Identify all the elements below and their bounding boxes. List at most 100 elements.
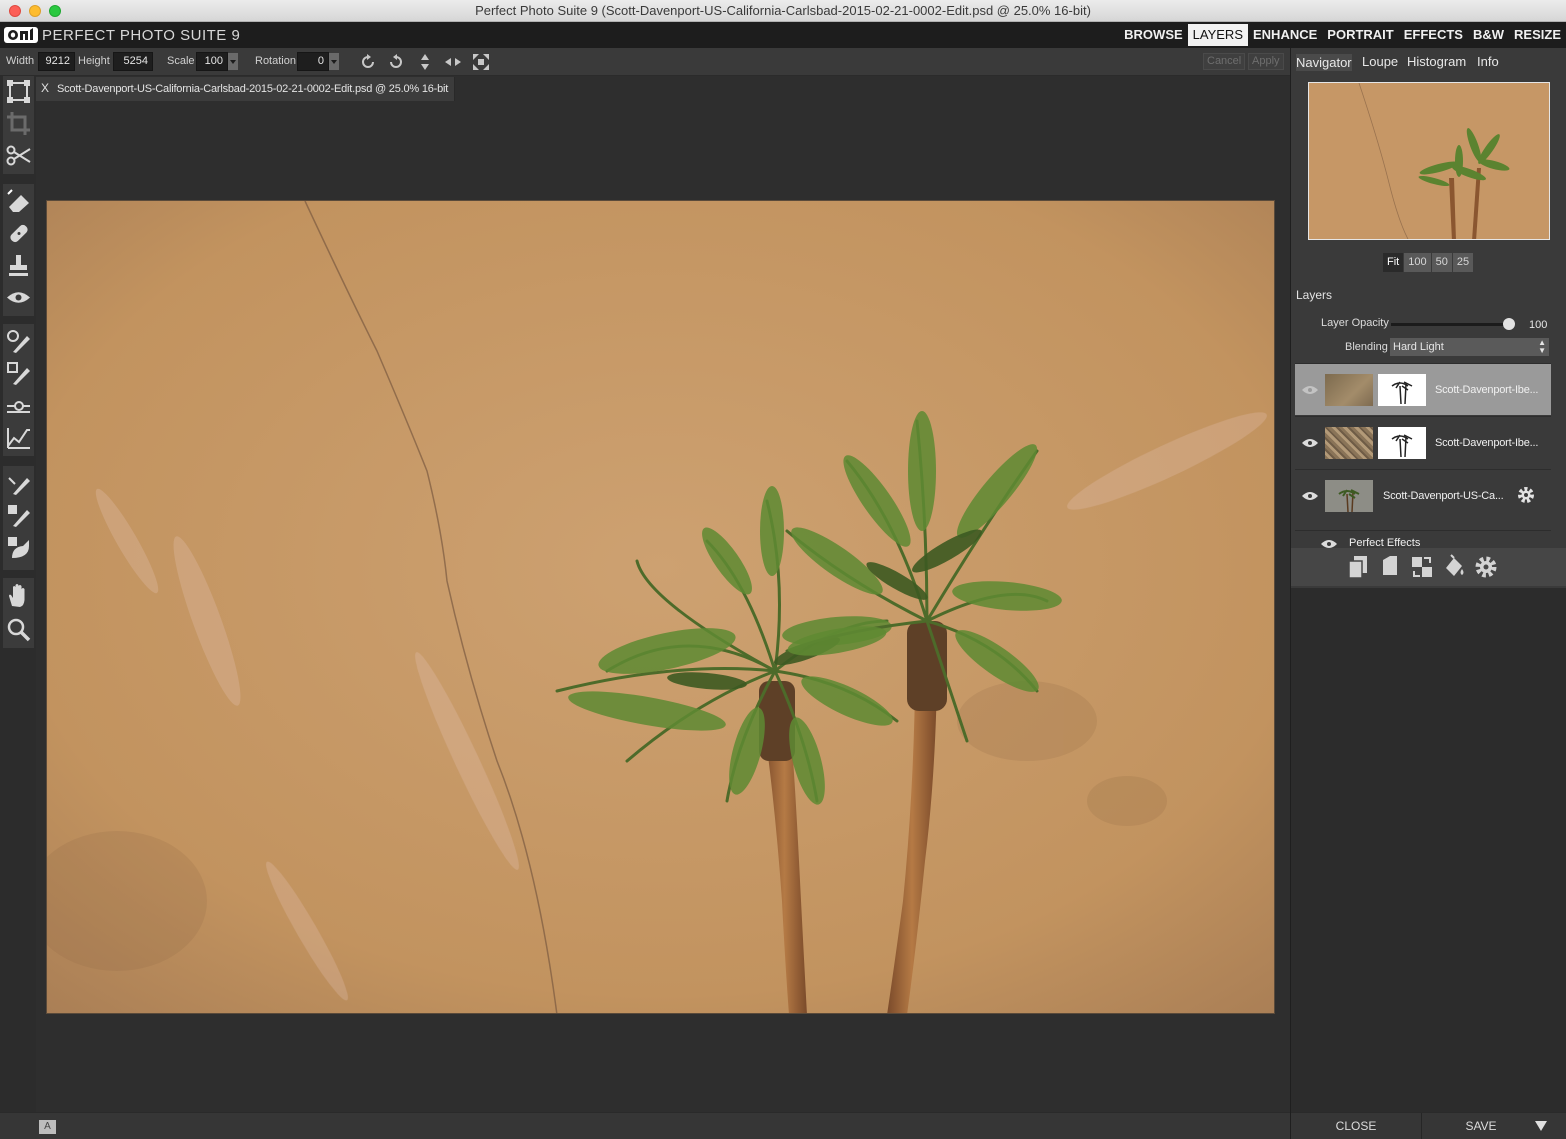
crop-tool[interactable] (5, 110, 32, 137)
tab-navigator[interactable]: Navigator (1296, 54, 1352, 71)
close-document-button[interactable]: X (41, 81, 49, 95)
visibility-eye-icon[interactable] (1301, 490, 1319, 502)
layer-mask-thumbnail[interactable] (1378, 427, 1426, 459)
flip-vertical-icon[interactable] (415, 52, 435, 72)
layer-thumbnail[interactable] (1325, 374, 1373, 406)
palm-trees-image (47, 201, 1274, 1013)
new-layer-icon[interactable] (1378, 554, 1402, 580)
zoom-100-button[interactable]: 100 (1404, 253, 1431, 272)
tools-panel (0, 76, 36, 1112)
palm-mask-icon (1391, 434, 1413, 458)
merge-layers-icon[interactable] (1410, 554, 1434, 580)
line-mask-icon (7, 401, 30, 413)
eye-icon (7, 292, 30, 303)
crop-icon (7, 112, 30, 135)
on1-logo (4, 27, 38, 43)
layer-name: Scott-Davenport-Ibe... (1435, 384, 1539, 396)
zoom-presets: Fit 100 50 25 (1383, 253, 1474, 272)
layer-opacity-slider[interactable] (1391, 323, 1509, 326)
layer-thumbnail[interactable] (1325, 480, 1373, 513)
masking-brush-icon (7, 330, 30, 353)
status-bar: A (0, 1112, 1290, 1139)
rotation-input[interactable]: 0 (297, 52, 329, 71)
layer-row[interactable]: Scott-Davenport-US-Ca... (1295, 469, 1551, 521)
layer-opacity-label: Layer Opacity (1321, 317, 1389, 329)
retouch-tool-group (3, 184, 34, 316)
document-tab[interactable]: X Scott-Davenport-US-California-Carlsbad… (36, 77, 455, 101)
tab-loupe[interactable]: Loupe (1362, 54, 1398, 69)
zoom-window-button[interactable] (49, 5, 61, 17)
zoom-tool[interactable] (5, 616, 32, 643)
scale-dropdown-button[interactable] (228, 53, 238, 70)
fill-bucket-icon[interactable] (1442, 554, 1466, 580)
layer-opacity-value[interactable]: 100 (1529, 319, 1547, 331)
layer-actions-bar (1291, 548, 1566, 586)
status-badge[interactable]: A (39, 1120, 56, 1134)
blending-mode-select[interactable]: Hard Light ▲ ▼ (1390, 338, 1549, 356)
layers-panel-header[interactable]: Layers (1291, 282, 1566, 308)
blending-label: Blending (1345, 341, 1388, 353)
module-portrait[interactable]: PORTRAIT (1322, 24, 1398, 46)
refine-brush-tool[interactable] (5, 470, 32, 497)
eraser-tool[interactable] (5, 188, 32, 215)
width-label: Width (6, 55, 35, 67)
panel-tabs: Navigator Loupe Histogram Info (1291, 48, 1566, 76)
module-resize[interactable]: RESIZE (1509, 24, 1566, 46)
save-button[interactable]: SAVE (1422, 1113, 1540, 1139)
module-browse[interactable]: BROWSE (1119, 24, 1188, 46)
tab-histogram[interactable]: Histogram (1407, 54, 1466, 69)
healing-tool[interactable] (5, 220, 32, 247)
save-options-arrow-icon[interactable] (1535, 1121, 1547, 1131)
layer-row[interactable]: Scott-Davenport-Ibe... (1295, 363, 1551, 415)
cut-tool[interactable] (5, 142, 32, 169)
clone-stamp-tool[interactable] (5, 252, 32, 279)
module-bw[interactable]: B&W (1468, 24, 1509, 46)
zoom-25-button[interactable]: 25 (1452, 253, 1474, 272)
flip-horizontal-icon[interactable] (443, 52, 463, 72)
minimize-window-button[interactable] (29, 5, 41, 17)
palm-thumbnail-icon (1338, 489, 1360, 513)
module-switcher: BROWSE LAYERS ENHANCE PORTRAIT EFFECTS B… (1119, 22, 1566, 48)
gear-icon[interactable] (1516, 485, 1536, 505)
refine-brush-icon (8, 477, 30, 495)
layer-mask-thumbnail[interactable] (1378, 374, 1426, 406)
red-eye-tool[interactable] (5, 284, 32, 311)
hand-tool[interactable] (5, 582, 32, 609)
rotation-label: Rotation (255, 55, 296, 67)
width-input[interactable]: 9212 (38, 52, 75, 71)
rotation-dropdown-button[interactable] (329, 53, 339, 70)
fit-to-canvas-icon[interactable] (471, 52, 491, 72)
blur-brush-icon (8, 537, 29, 558)
visibility-eye-icon[interactable] (1301, 384, 1319, 396)
blur-tool[interactable] (5, 534, 32, 561)
height-input[interactable]: 5254 (113, 52, 153, 71)
layer-row[interactable]: Scott-Davenport-Ibe... (1295, 416, 1551, 468)
layer-thumbnail[interactable] (1325, 427, 1373, 459)
layer-settings-gear-icon[interactable] (1474, 554, 1498, 580)
module-layers[interactable]: LAYERS (1187, 24, 1248, 46)
layer-opacity-slider-handle[interactable] (1503, 318, 1515, 330)
zoom-50-button[interactable]: 50 (1431, 253, 1452, 272)
transform-tool[interactable] (5, 78, 32, 105)
module-effects[interactable]: EFFECTS (1399, 24, 1468, 46)
photo-canvas[interactable] (46, 200, 1275, 1014)
cancel-button[interactable]: Cancel (1203, 53, 1246, 70)
chisel-tool[interactable] (5, 502, 32, 529)
close-button[interactable]: CLOSE (1291, 1113, 1422, 1139)
masking-bug-tool[interactable] (5, 424, 32, 451)
duplicate-layer-icon[interactable] (1346, 554, 1370, 580)
scale-input[interactable]: 100 (196, 52, 228, 71)
rotate-counterclockwise-icon[interactable] (386, 52, 406, 72)
zoom-fit-button[interactable]: Fit (1383, 253, 1404, 272)
masking-brush-invert-tool[interactable] (5, 360, 32, 387)
masking-brush-tool[interactable] (5, 328, 32, 355)
apply-button[interactable]: Apply (1248, 53, 1284, 70)
close-window-button[interactable] (9, 5, 21, 17)
rotate-clockwise-icon[interactable] (358, 52, 378, 72)
navigator-thumbnail[interactable] (1308, 82, 1550, 240)
tab-info[interactable]: Info (1477, 54, 1499, 69)
module-enhance[interactable]: ENHANCE (1248, 24, 1322, 46)
window-title: Perfect Photo Suite 9 (Scott-Davenport-U… (475, 3, 1091, 18)
masking-line-tool[interactable] (5, 392, 32, 419)
visibility-eye-icon[interactable] (1301, 437, 1319, 449)
